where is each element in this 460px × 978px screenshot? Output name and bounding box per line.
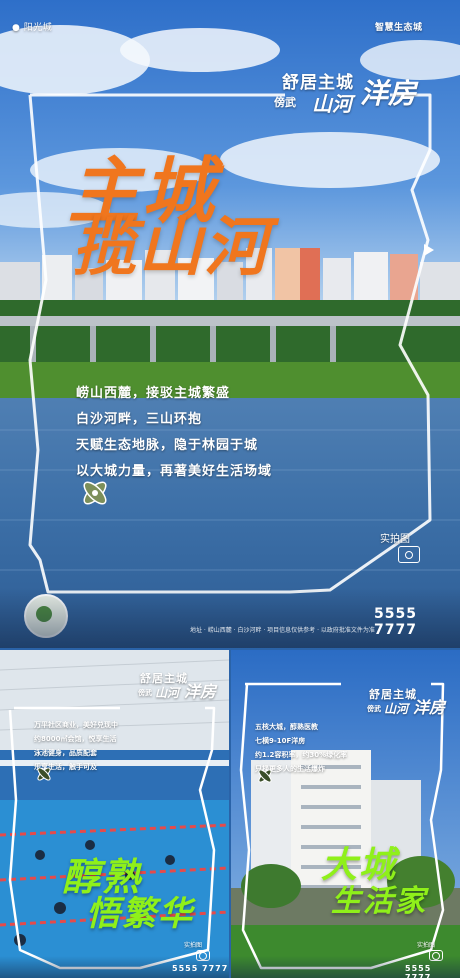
tagline-brand: 洋房 (184, 682, 217, 701)
body-line: 约8000㎡会馆，悦享生活 (34, 735, 117, 743)
body-line: 七横9-10F洋房 (255, 737, 306, 745)
headline-line2: 生活家 (331, 884, 427, 919)
body-line: 泳池健身，品质配套 (34, 749, 97, 757)
tagline-brand: 洋房 (360, 77, 417, 110)
headline-line2: 悟繁华 (86, 894, 194, 934)
camera-icon (398, 546, 420, 563)
body-line: 万平社区商业，美好兑现中 (34, 721, 118, 729)
developer-logo: ● 阳光城 (12, 23, 53, 33)
body-line: 天赋生态地脉，隐于林园于城 (76, 438, 259, 453)
photo-caption: 实拍图 (184, 942, 203, 949)
fine-print: 地址 · 崂山西麓 · 白沙河畔 · 项目信息仅供参考 · 以政府批准文件为准 (190, 627, 375, 634)
tagline-prefix: 傍武 (367, 705, 381, 713)
body-line: 白沙河畔，三山环抱 (76, 412, 203, 427)
left-poster: 舒居主城 傍武 山河 洋房 万平社区商业，美好兑现中 约8000㎡会馆，悦享生活… (0, 650, 229, 978)
flower-emblem-icon (83, 481, 107, 505)
tagline-mid: 山河 (384, 702, 409, 716)
photo-caption: 实拍图 (417, 942, 436, 949)
headline-line2: 揽山河 (72, 211, 270, 285)
right-poster: 舒居主城 傍武 山河 洋房 五核大城，醇熟医教 七横9-10F洋房 约1.2容积… (231, 650, 460, 978)
tagline-brand: 洋房 (413, 698, 446, 717)
main-poster: ● 阳光城 智慧生态城 舒居主城 傍武 山河 洋房 主城 揽山河 崂山西麓，接驳… (0, 0, 460, 648)
project-logo: 智慧生态城 (375, 23, 423, 33)
tagline-mid: 山河 (312, 92, 352, 116)
body-line: 约1.2容积率，约30%绿化率 (255, 751, 348, 759)
flower-emblem-icon (258, 769, 272, 783)
body-line: 崂山西麓，接驳主城繁盛 (76, 386, 231, 401)
photo-caption: 实拍图 (380, 534, 410, 545)
phone-number: 5555 7777 (374, 606, 417, 638)
phone-number: 5555 7777 (405, 964, 432, 978)
tagline-mid: 山河 (155, 686, 180, 700)
flower-emblem-icon (37, 767, 51, 781)
tagline-prefix: 傍武 (138, 689, 152, 697)
tagline-prefix: 傍武 (274, 96, 296, 109)
body-line: 五核大城，醇熟医教 (255, 723, 318, 731)
body-copy: 崂山西麓，接驳主城繁盛 白沙河畔，三山环抱 天赋生态地脉，隐于林园于城 以大城力… (76, 382, 272, 479)
phone-number: 5555 7777 (172, 964, 229, 973)
